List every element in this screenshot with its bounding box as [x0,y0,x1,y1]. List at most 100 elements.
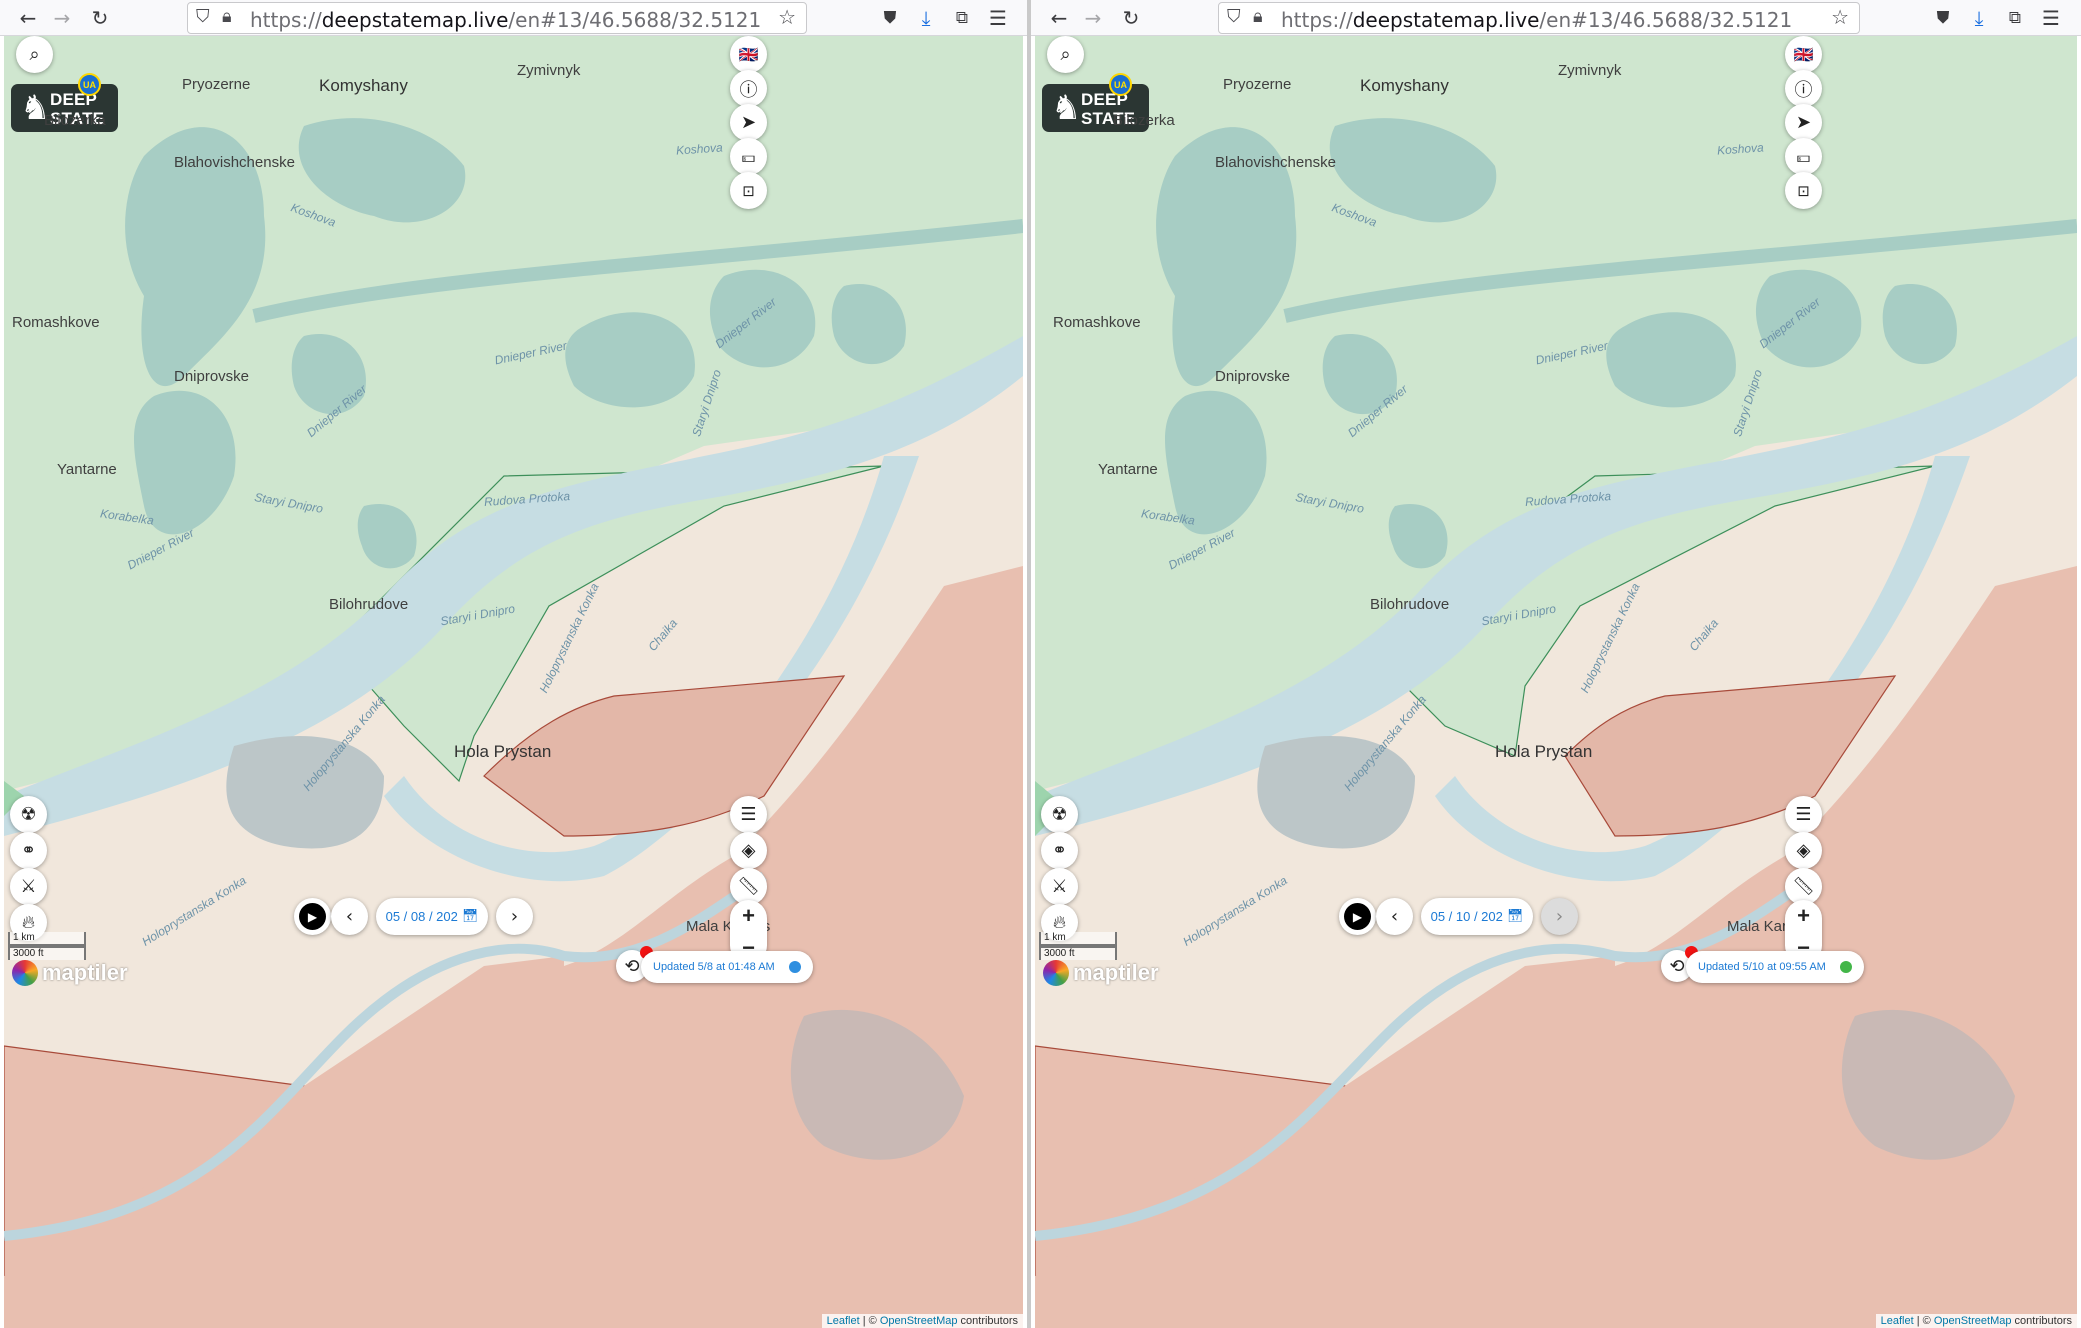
nuclear-layer-button[interactable]: ☢ [1041,796,1078,833]
telegram-button[interactable]: ➤ [1785,104,1822,141]
info-button[interactable]: ⓘ [1785,70,1822,107]
tracking-shield-icon[interactable]: ⛉ [196,6,210,27]
status-dot [1839,961,1852,973]
place-label: Komyshany [1360,76,1449,95]
place-label: Dniprovske [174,368,250,385]
reload-icon[interactable]: ↻ [86,4,114,32]
url-text: https://deepstatemap.live/en#13/46.5688/… [250,8,762,32]
downloads-icon[interactable]: ⤓ [912,4,940,32]
telegram-button[interactable]: ➤ [730,104,767,141]
calendar-icon: 📅︎ [1506,909,1524,924]
satellite-layer-button[interactable]: ⚭ [10,832,47,869]
browser-window-left: ← → ↻ ⛉ 🔒︎ https://deepstatemap.live/en#… [0,0,1027,1328]
chevron-right-icon: › [1555,906,1564,927]
artillery-icon: ⚔ [20,876,37,897]
play-button[interactable]: ▶ [1339,898,1376,935]
language-button[interactable]: 🇬🇧 [1785,36,1822,73]
pocket-icon[interactable]: ⛊ [876,4,904,32]
money-icon: 💵︎ [741,147,756,166]
date-input[interactable]: 05 / 08 / 202 📅︎ [376,898,488,935]
reload-icon[interactable]: ↻ [1117,4,1145,32]
prev-date-button[interactable]: ‹ [1376,898,1413,935]
extensions-icon[interactable]: ⧉ [2001,4,2029,32]
place-label: Pryozerne [1223,76,1292,93]
place-label: Pryozerne [182,76,251,93]
play-button[interactable]: ▶ [294,898,331,935]
maptiler-logo[interactable]: maptiler [1043,960,1159,986]
zoom-in-button[interactable]: + [1785,900,1822,932]
osm-link[interactable]: OpenStreetMap [1934,1315,2012,1327]
menu-icon[interactable]: ☰ [2037,4,2065,32]
donate-button[interactable]: 💵︎ [730,138,767,175]
map-terrain [1035,36,2077,1328]
tracking-shield-icon[interactable]: ⛉ [1227,6,1241,27]
attrib-tail: contributors [2011,1315,2072,1327]
maptiler-logo[interactable]: maptiler [12,960,128,986]
bookmark-star-icon[interactable]: ☆ [778,5,796,29]
browser-toolbar: ← → ↻ ⛉ 🔒︎ https://deepstatemap.live/en#… [0,0,1027,36]
donate-button[interactable]: 💵︎ [1785,138,1822,175]
scale-ft: 3000 ft [8,946,86,960]
ua-badge: UA [1109,73,1132,96]
date-input[interactable]: 05 / 10 / 202 📅︎ [1421,898,1533,935]
filters-button[interactable]: ☰ [1785,796,1822,833]
chevron-left-icon: ‹ [345,906,354,927]
scale-ft: 3000 ft [1039,946,1117,960]
fire-icon: 🔥︎ [21,912,36,933]
timeline-bar: ▶ ‹ 05 / 10 / 202 📅︎ › [1339,898,1578,935]
place-label: Dniprovske [1215,368,1291,385]
search-button[interactable]: ⌕ [1047,36,1084,73]
bot-button[interactable]: ⊡ [730,172,767,209]
filters-button[interactable]: ☰ [730,796,767,833]
address-bar[interactable]: ⛉ 🔒︎ https://deepstatemap.live/en#13/46.… [187,2,807,34]
satellite-layer-button[interactable]: ⚭ [1041,832,1078,869]
downloads-icon[interactable]: ⤓ [1965,4,1993,32]
attrib-sep: | © [859,1315,880,1327]
map-canvas[interactable]: ♞ DEEP STATE UA Pryozerne Komyshany Zymi… [4,36,1023,1328]
artillery-layer-button[interactable]: ⚔ [10,868,47,905]
map-canvas[interactable]: ♞ DEEP STATE UA Pryozerne Komyshany Zymi… [1035,36,2077,1328]
back-arrow-icon[interactable]: ← [14,4,42,32]
forward-arrow-icon[interactable]: → [1079,4,1107,32]
info-button[interactable]: ⓘ [730,70,767,107]
search-button[interactable]: ⌕ [16,36,53,73]
maptiler-icon [12,960,38,986]
satellite-icon: ⚭ [1051,840,1068,861]
place-label: Hola Prystan [454,742,552,761]
prev-date-button[interactable]: ‹ [331,898,368,935]
bookmark-star-icon[interactable]: ☆ [1831,5,1849,29]
place-label: Bilozerka [44,112,106,129]
browser-toolbar: ← → ↻ ⛉ 🔒︎ https://deepstatemap.live/en#… [1031,0,2081,36]
chevron-right-icon: › [510,906,519,927]
bot-button[interactable]: ⊡ [1785,172,1822,209]
chevron-left-icon: ‹ [1390,906,1399,927]
radiation-icon: ☢ [1051,804,1068,825]
forward-arrow-icon[interactable]: → [48,4,76,32]
robot-icon: ⊡ [1797,181,1810,200]
language-button[interactable]: 🇬🇧 [730,36,767,73]
layers-icon: ◈ [1796,840,1811,861]
updated-status[interactable]: Updated 5/8 at 01:48 AM [641,951,813,983]
layers-button[interactable]: ◈ [730,832,767,869]
layers-button[interactable]: ◈ [1785,832,1822,869]
leaflet-link[interactable]: Leaflet [1881,1315,1914,1327]
menu-icon[interactable]: ☰ [984,4,1012,32]
place-label: Yantarne [57,461,117,478]
lock-icon[interactable]: 🔒︎ [1253,6,1263,27]
extensions-icon[interactable]: ⧉ [948,4,976,32]
leaflet-link[interactable]: Leaflet [827,1315,860,1327]
scale-km: 1 km [1039,932,1117,946]
place-label: Blahovishchenske [174,154,295,171]
address-bar[interactable]: ⛉ 🔒︎ https://deepstatemap.live/en#13/46.… [1218,2,1860,34]
browser-window-right: ← → ↻ ⛉ 🔒︎ https://deepstatemap.live/en#… [1031,0,2081,1328]
next-date-button[interactable]: › [496,898,533,935]
osm-link[interactable]: OpenStreetMap [880,1315,958,1327]
updated-status[interactable]: Updated 5/10 at 09:55 AM [1686,951,1864,983]
artillery-layer-button[interactable]: ⚔ [1041,868,1078,905]
pocket-icon[interactable]: ⛊ [1929,4,1957,32]
zoom-in-button[interactable]: + [730,900,767,932]
lock-icon[interactable]: 🔒︎ [222,6,232,27]
nuclear-layer-button[interactable]: ☢ [10,796,47,833]
next-date-button[interactable]: › [1541,898,1578,935]
back-arrow-icon[interactable]: ← [1045,4,1073,32]
